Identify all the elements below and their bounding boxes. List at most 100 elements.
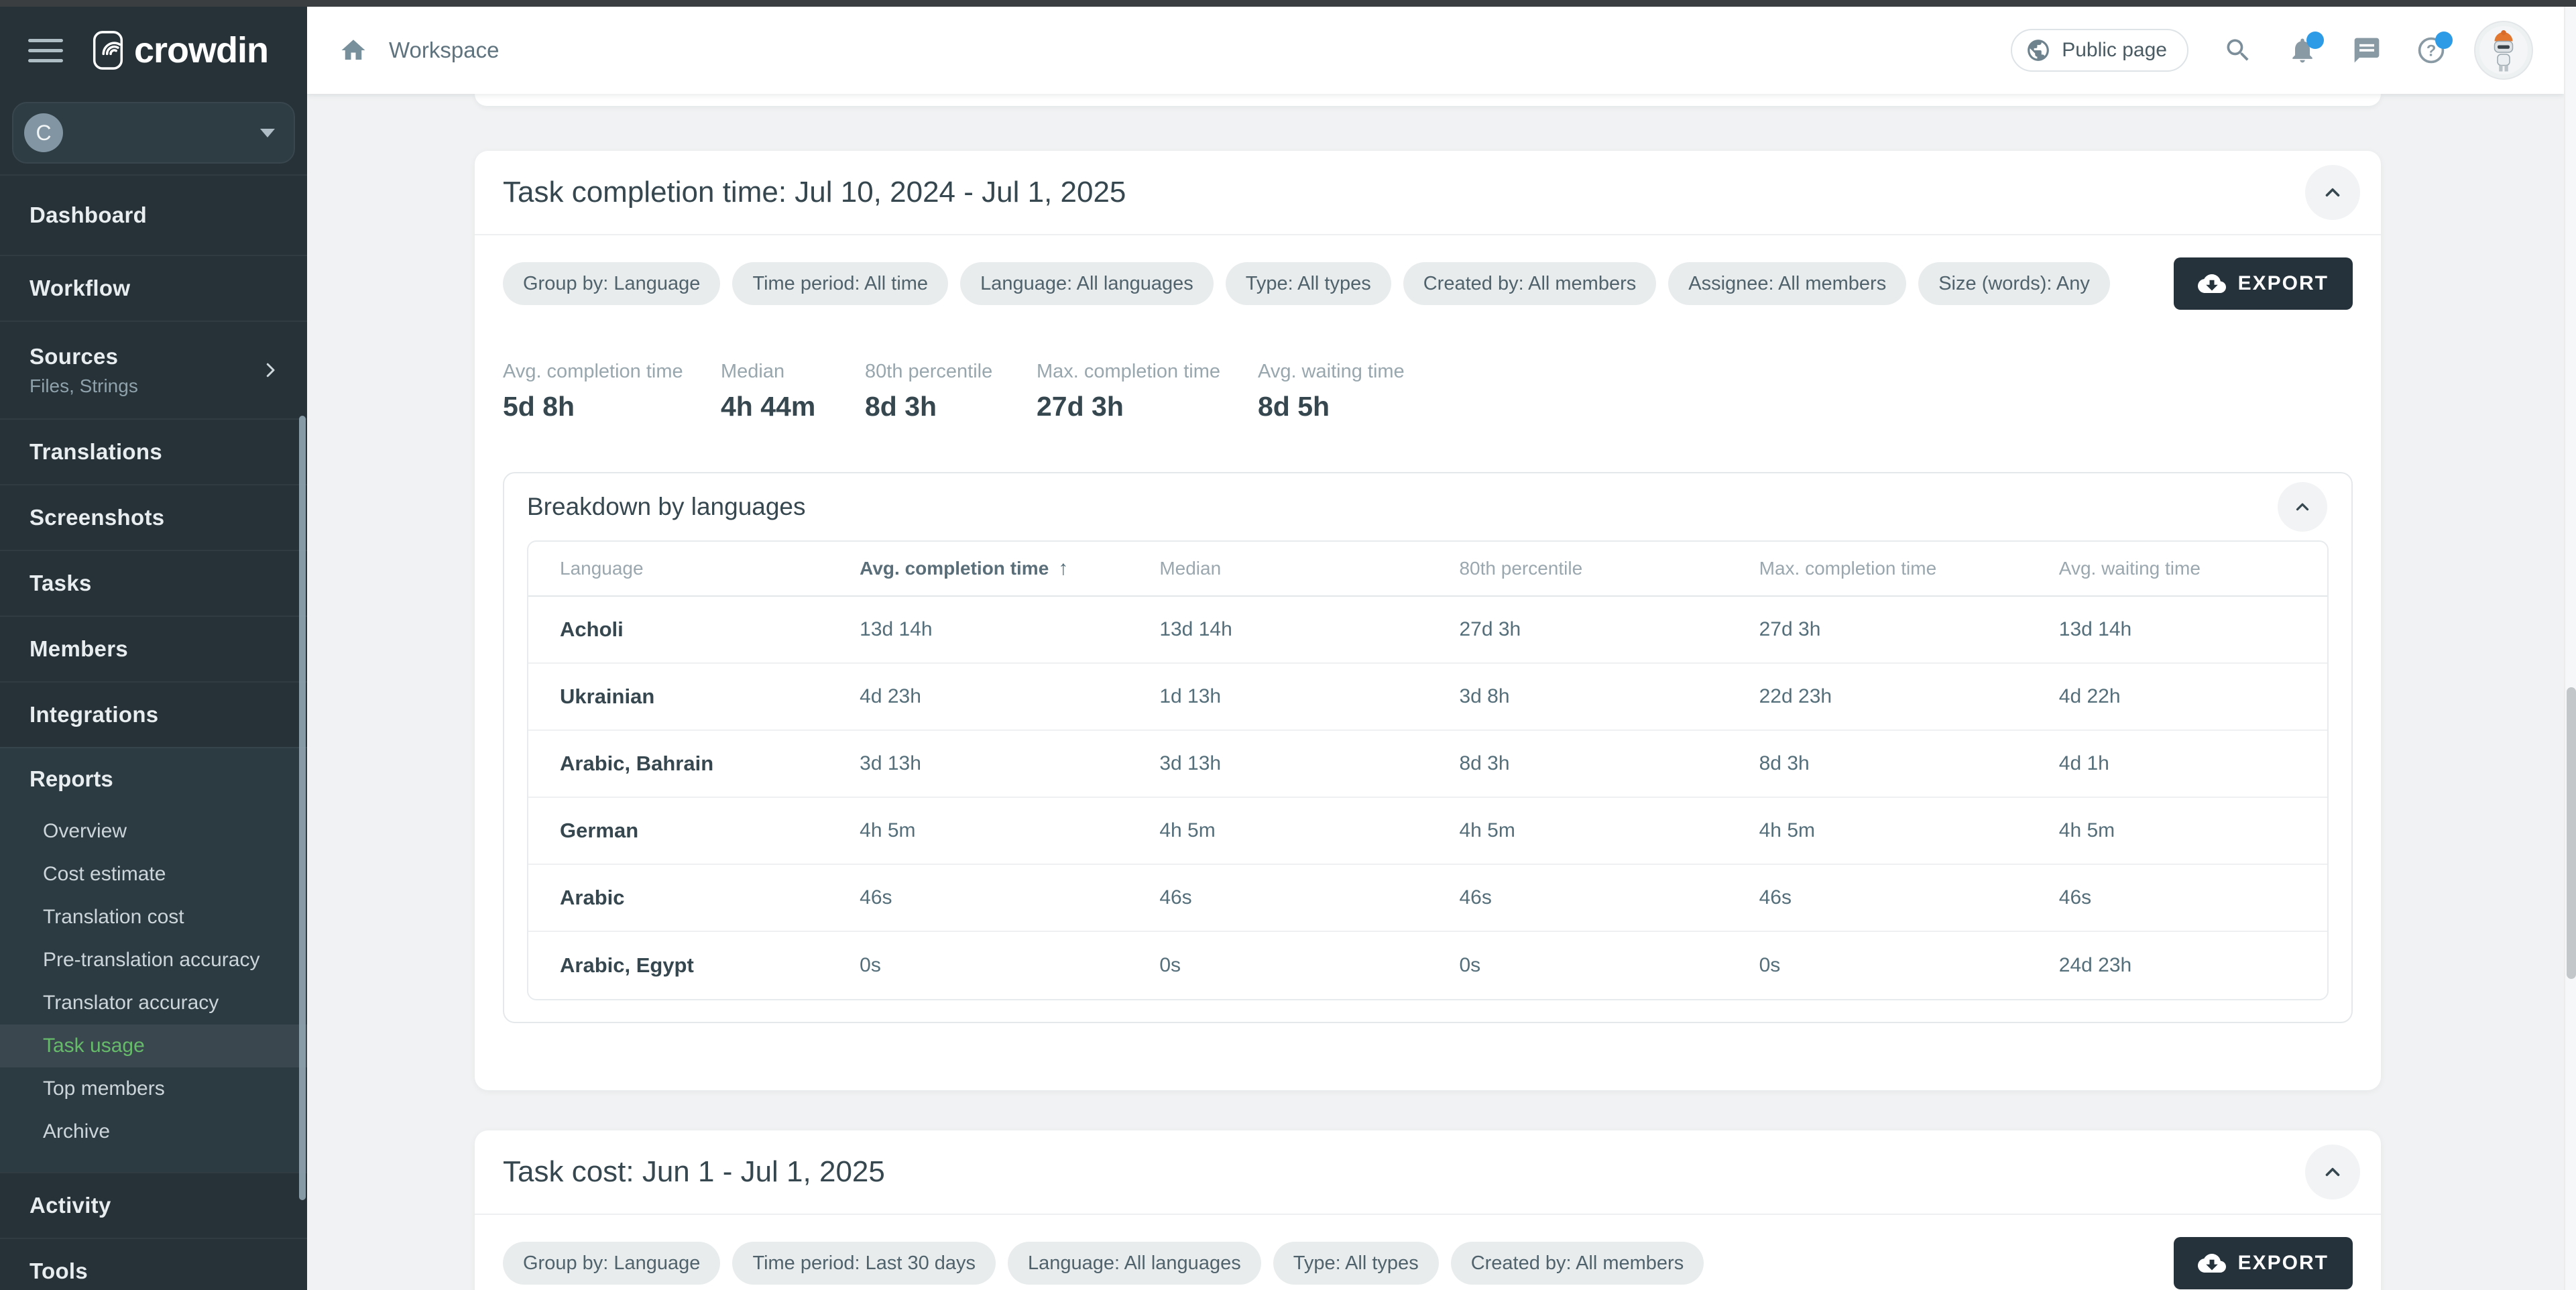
stat-80th-percentile: 80th percentile 8d 3h	[865, 361, 1037, 422]
sidebar-item-reports-overview[interactable]: Overview	[0, 810, 307, 853]
home-icon	[339, 36, 367, 64]
column-header-median[interactable]: Median	[1128, 542, 1427, 597]
crowdin-logo-icon	[93, 30, 123, 70]
filter-chip-size[interactable]: Size (words): Any	[1918, 262, 2110, 305]
collapse-task-cost-button[interactable]	[2305, 1145, 2360, 1199]
sidebar-menu: Dashboard Workflow Sources Files, String…	[0, 174, 307, 1290]
stat-max-completion-time: Max. completion time 27d 3h	[1037, 361, 1258, 422]
filter-chip-assignee[interactable]: Assignee: All members	[1668, 262, 1906, 305]
sidebar-item-cost-estimate[interactable]: Cost estimate	[0, 853, 307, 896]
sidebar-item-task-usage[interactable]: Task usage	[0, 1024, 307, 1067]
breakdown-title: Breakdown by languages	[527, 493, 806, 521]
user-avatar[interactable]	[2474, 21, 2533, 80]
help-notification-dot	[2435, 32, 2453, 49]
search-button[interactable]	[2223, 36, 2253, 65]
cloud-download-icon	[2198, 1249, 2226, 1277]
sources-sublabel: Files, Strings	[30, 375, 278, 397]
table-row: Acholi 13d 14h 13d 14h 27d 3h 27d 3h 13d…	[528, 597, 2327, 664]
chevron-up-icon	[2321, 1161, 2344, 1183]
table-row: Ukrainian 4d 23h 1d 13h 3d 8h 22d 23h 4d…	[528, 664, 2327, 731]
filter-chip-group-by[interactable]: Group by: Language	[503, 262, 720, 305]
filter-chip-group-by[interactable]: Group by: Language	[503, 1242, 720, 1285]
collapse-task-completion-button[interactable]	[2305, 165, 2360, 220]
breadcrumb-label: Workspace	[389, 38, 499, 63]
main-content: Task completion time: Jul 10, 2024 - Jul…	[307, 94, 2564, 1290]
cloud-download-icon	[2198, 270, 2226, 298]
breakdown-header: Breakdown by languages	[527, 473, 2329, 540]
column-header-max-completion-time[interactable]: Max. completion time	[1728, 542, 2028, 597]
filter-chip-created-by[interactable]: Created by: All members	[1403, 262, 1657, 305]
export-button[interactable]: EXPORT	[2174, 257, 2353, 310]
sidebar-item-reports[interactable]: Reports	[0, 748, 307, 810]
crowdin-logo-text: crowdin	[134, 30, 268, 71]
filter-chips: Group by: Language Time period: All time…	[503, 262, 2110, 305]
table-row: Arabic, Egypt 0s 0s 0s 0s 24d 23h	[528, 932, 2327, 999]
collapse-breakdown-button[interactable]	[2278, 482, 2327, 532]
summary-stats: Avg. completion time 5d 8h Median 4h 44m…	[503, 361, 2353, 422]
hamburger-menu-button[interactable]	[28, 39, 63, 62]
notification-dot	[2306, 32, 2324, 49]
breadcrumb[interactable]: Workspace	[339, 36, 499, 64]
sidebar-item-dashboard[interactable]: Dashboard	[0, 174, 307, 255]
task-completion-filters-row: Group by: Language Time period: All time…	[503, 257, 2353, 310]
topbar: Workspace Public page ?	[307, 7, 2564, 94]
sidebar-item-sources[interactable]: Sources Files, Strings	[0, 320, 307, 418]
export-button[interactable]: EXPORT	[2174, 1237, 2353, 1289]
sidebar: crowdin C Dashboard Workflow Sources Fil…	[0, 7, 307, 1290]
sidebar-item-activity[interactable]: Activity	[0, 1172, 307, 1238]
filter-chip-language[interactable]: Language: All languages	[960, 262, 1214, 305]
column-header-avg-completion-time[interactable]: Avg. completion time↑	[828, 542, 1128, 597]
sidebar-item-integrations[interactable]: Integrations	[0, 681, 307, 747]
chevron-right-icon	[260, 360, 280, 380]
crowdin-logo[interactable]: crowdin	[93, 30, 268, 71]
filter-chip-type[interactable]: Type: All types	[1226, 262, 1391, 305]
sidebar-logo-row: crowdin	[0, 7, 307, 94]
filter-chip-time-period[interactable]: Time period: Last 30 days	[732, 1242, 996, 1285]
topbar-actions: Public page ?	[2011, 21, 2533, 80]
public-page-button[interactable]: Public page	[2011, 29, 2188, 72]
sidebar-item-translations[interactable]: Translations	[0, 418, 307, 484]
sidebar-item-translator-accuracy[interactable]: Translator accuracy	[0, 982, 307, 1024]
sidebar-item-translation-cost[interactable]: Translation cost	[0, 896, 307, 939]
chevron-up-icon	[2292, 497, 2312, 517]
breakdown-panel: Breakdown by languages Language Avg. com…	[503, 472, 2353, 1023]
svg-text:?: ?	[2426, 42, 2437, 60]
column-header-language[interactable]: Language	[528, 542, 828, 597]
sidebar-reports-group: Reports Overview Cost estimate Translati…	[0, 747, 307, 1172]
filter-chip-language[interactable]: Language: All languages	[1008, 1242, 1261, 1285]
project-selector[interactable]: C	[12, 102, 295, 164]
column-header-80th-percentile[interactable]: 80th percentile	[1427, 542, 1727, 597]
filter-chip-time-period[interactable]: Time period: All time	[732, 262, 948, 305]
task-completion-card: Task completion time: Jul 10, 2024 - Jul…	[475, 151, 2381, 1090]
notifications-button[interactable]	[2288, 36, 2317, 65]
previous-section-card-edge	[475, 94, 2381, 106]
sidebar-item-pre-translation-accuracy[interactable]: Pre-translation accuracy	[0, 939, 307, 982]
page-scrollbar-thumb[interactable]	[2567, 687, 2576, 979]
table-row: Arabic 46s 46s 46s 46s 46s	[528, 865, 2327, 932]
table-row: Arabic, Bahrain 3d 13h 3d 13h 8d 3h 8d 3…	[528, 731, 2327, 798]
task-completion-title: Task completion time: Jul 10, 2024 - Jul…	[503, 176, 1126, 209]
sidebar-item-archive[interactable]: Archive	[0, 1110, 307, 1153]
public-page-label: Public page	[2062, 39, 2167, 62]
sidebar-item-screenshots[interactable]: Screenshots	[0, 484, 307, 550]
sidebar-item-top-members[interactable]: Top members	[0, 1067, 307, 1110]
column-header-avg-waiting-time[interactable]: Avg. waiting time	[2028, 542, 2327, 597]
window-top-strip	[0, 0, 2576, 7]
sidebar-item-tasks[interactable]: Tasks	[0, 550, 307, 615]
task-cost-filters-row: Group by: Language Time period: Last 30 …	[503, 1237, 2353, 1289]
filter-chip-type[interactable]: Type: All types	[1273, 1242, 1439, 1285]
sidebar-scrollbar-thumb[interactable]	[299, 416, 306, 1200]
sidebar-item-workflow[interactable]: Workflow	[0, 255, 307, 320]
filter-chip-created-by[interactable]: Created by: All members	[1451, 1242, 1704, 1285]
sidebar-item-tools[interactable]: Tools	[0, 1238, 307, 1290]
task-completion-header: Task completion time: Jul 10, 2024 - Jul…	[475, 151, 2381, 235]
task-cost-header: Task cost: Jun 1 - Jul 1, 2025	[475, 1130, 2381, 1215]
filter-chips: Group by: Language Time period: Last 30 …	[503, 1242, 1704, 1285]
messages-button[interactable]	[2352, 36, 2382, 65]
help-button[interactable]: ?	[2416, 36, 2446, 65]
globe-icon	[2026, 38, 2051, 63]
project-avatar: C	[24, 113, 63, 152]
page-scrollbar	[2564, 7, 2576, 1290]
table-row: German 4h 5m 4h 5m 4h 5m 4h 5m 4h 5m	[528, 798, 2327, 865]
sidebar-item-members[interactable]: Members	[0, 615, 307, 681]
